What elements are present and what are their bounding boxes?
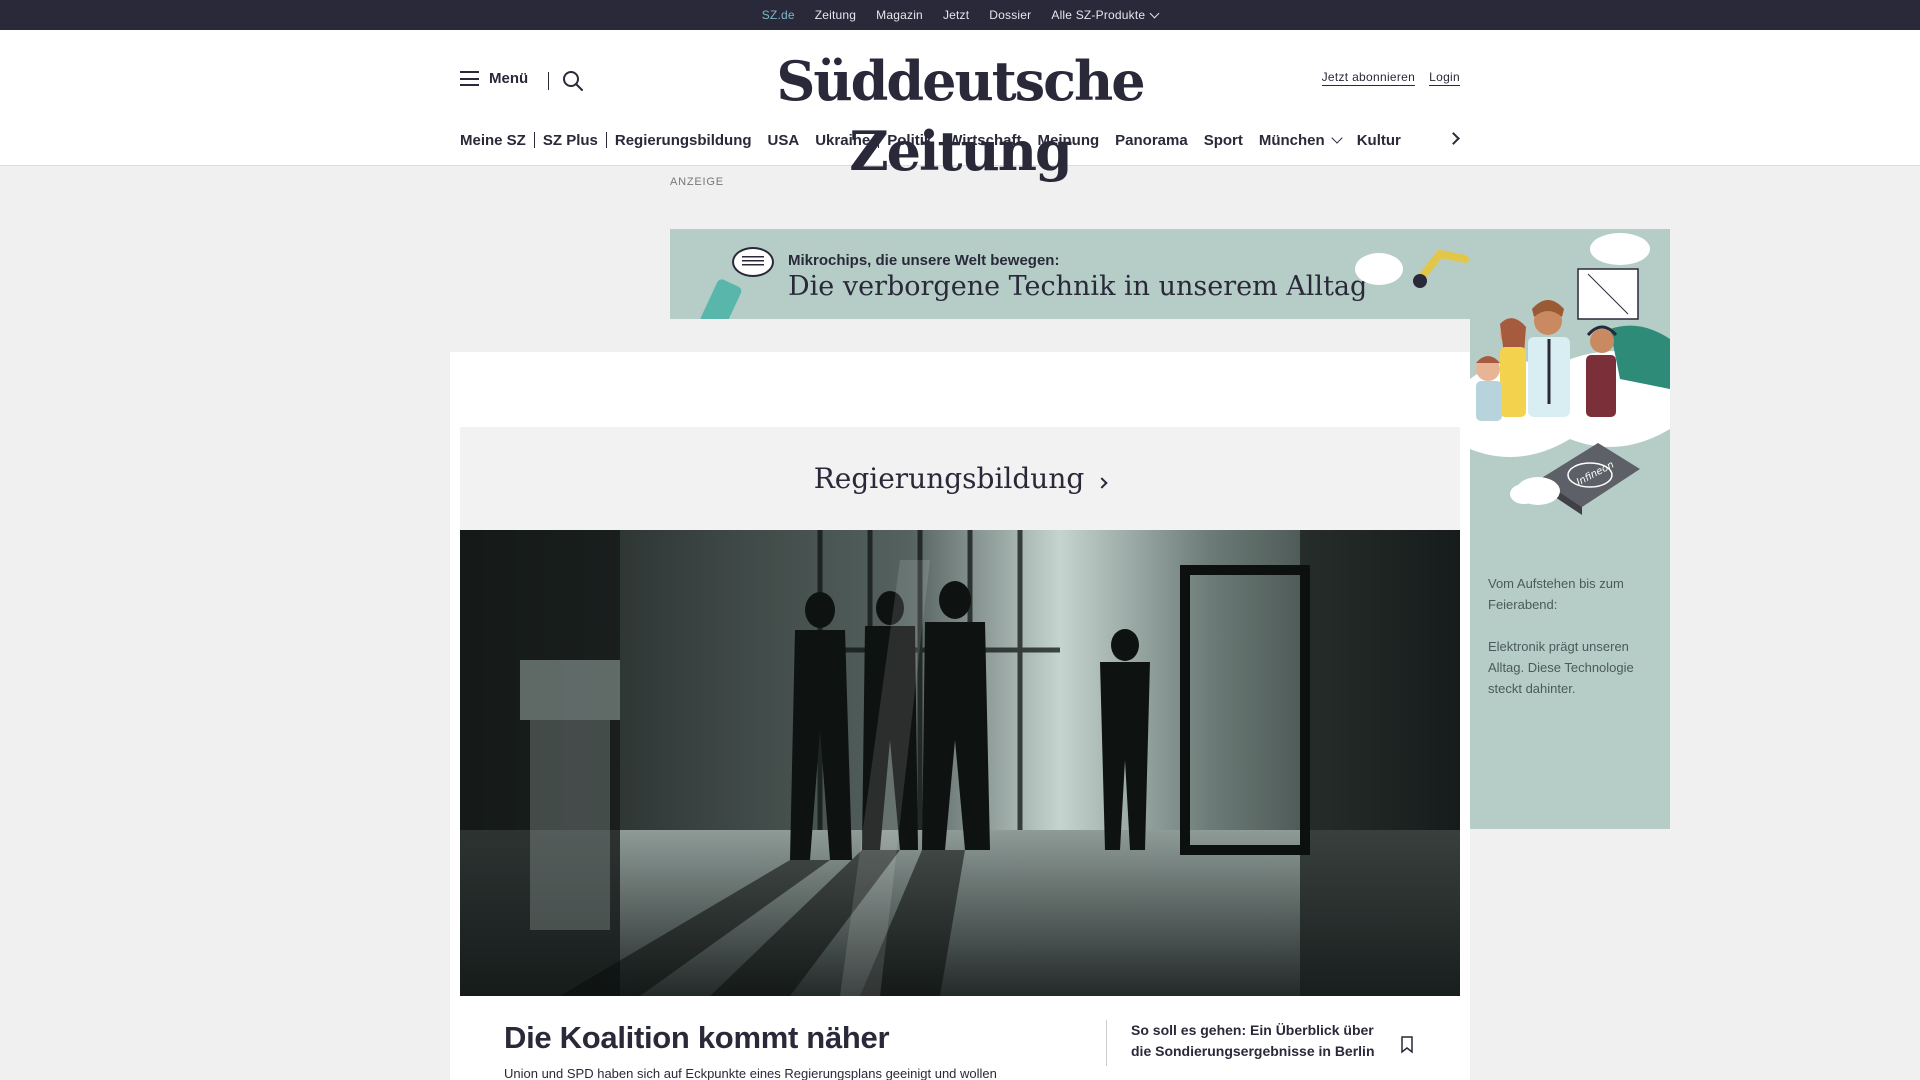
cloud-illustration [1355,253,1403,285]
nav-item-meine-sz[interactable]: Meine SZ [460,132,534,149]
section-nav: Meine SZ SZ Plus Regierungsbildung USA U… [460,128,1460,152]
subscribe-link[interactable]: Jetzt abonnieren [1321,70,1416,86]
chevron-down-icon [1331,131,1343,144]
ad-banner[interactable]: Mikrochips, die unsere Welt bewegen: Die… [670,229,1470,319]
related-article-link[interactable]: So soll es gehen: Ein Überblick über die… [1131,1020,1391,1062]
ad-side-text: Vom Aufstehen bis zum Feierabend: Elektr… [1488,573,1658,720]
header-divider [548,72,549,90]
ad-side-panel[interactable]: Infineon Vom Aufstehen bis zum Feieraben… [1470,229,1670,829]
ad-side-text-1: Vom Aufstehen bis zum Feierabend: [1488,576,1624,612]
topbar-link-magazin[interactable]: Magazin [876,8,923,22]
nav-item-sport[interactable]: Sport [1196,132,1251,149]
nav-item-muenchen[interactable]: München [1251,132,1349,149]
account-links: Jetzt abonnieren Login [1321,70,1460,86]
chevron-down-icon [1149,8,1160,18]
topic-header[interactable]: Regierungsbildung [460,427,1460,530]
chevron-right-icon [1096,476,1108,489]
menu-label: Menü [489,70,529,87]
menu-button[interactable]: Menü [460,70,528,87]
nav-item-usa[interactable]: USA [760,132,808,149]
article-teaser: Union und SPD haben sich auf Eckpunkte e… [504,1066,997,1080]
topbar-link-jetzt[interactable]: Jetzt [943,8,969,22]
hero-photo [460,530,1460,996]
topbar-link-dossier[interactable]: Dossier [989,8,1031,22]
site-logo[interactable]: Süddeutsche Zeitung [720,46,1200,183]
nav-item-sz-plus[interactable]: SZ Plus [535,132,606,149]
login-link[interactable]: Login [1429,70,1460,86]
family-illustration: Infineon [1470,233,1670,515]
nav-item-muenchen-label: München [1258,131,1325,149]
nav-item-meinung[interactable]: Meinung [1029,132,1107,149]
hero-image[interactable] [460,530,1460,996]
ad-kicker: Mikrochips, die unsere Welt bewegen: [788,252,1060,269]
top-product-bar: SZ.de Zeitung Magazin Jetzt Dossier Alle… [0,0,1920,33]
ad-label: ANZEIGE [670,176,724,188]
search-icon[interactable] [562,70,584,92]
nav-item-politik[interactable]: Politik [879,132,940,149]
nav-item-panorama[interactable]: Panorama [1107,132,1196,149]
topbar-link-alle-produkte[interactable]: Alle SZ-Produkte [1051,8,1160,22]
bookmark-icon[interactable] [1400,1036,1414,1054]
topic-title: Regierungsbildung [813,462,1085,495]
nav-item-ukraine[interactable]: Ukraine [807,132,878,149]
topbar-products-label: Alle SZ-Produkte [1051,8,1146,22]
site-header: Menü Süddeutsche Zeitung Jetzt abonniere… [0,30,1920,183]
topbar-link-sz-de[interactable]: SZ.de [762,8,795,33]
article-headline[interactable]: Die Koalition kommt näher [504,1020,890,1056]
chip-illustration [699,277,743,319]
ad-side-text-2: Elektronik prägt unseren Alltag. Diese T… [1488,639,1634,696]
nav-item-regierungsbildung[interactable]: Regierungsbildung [607,132,760,149]
robot-arm-illustration [1413,249,1469,288]
ad-headline: Die verborgene Technik in unserem Alltag [788,271,1368,302]
topbar-link-zeitung[interactable]: Zeitung [815,8,856,22]
hamburger-icon [460,71,479,86]
article-card[interactable]: Die Koalition kommt näher Union und SPD … [480,996,1440,1080]
speech-bubble-icon [732,247,774,277]
nav-item-wirtschaft[interactable]: Wirtschaft [940,132,1029,149]
card-divider [1106,1020,1107,1066]
nav-item-kultur[interactable]: Kultur [1349,132,1409,149]
